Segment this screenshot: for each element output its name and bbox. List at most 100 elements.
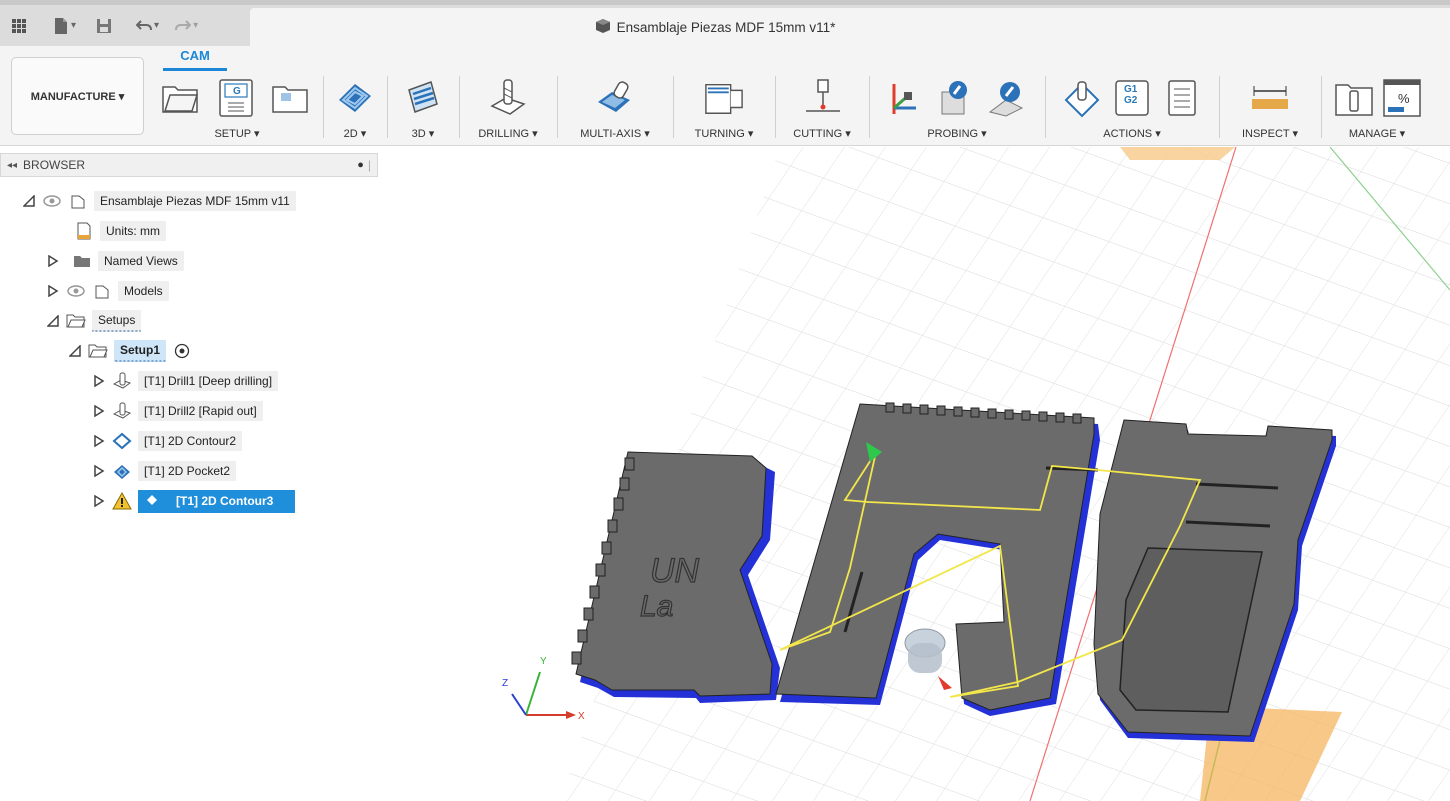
component-icon [68, 191, 88, 211]
browser-header[interactable]: ◂◂ BROWSER ● | [0, 153, 378, 177]
expand-triangle-icon[interactable] [92, 494, 106, 508]
file-menu-icon[interactable]: ▾ [50, 14, 79, 38]
tree-item-operation[interactable]: [T1] Drill1 [Deep drilling] [92, 370, 279, 392]
tree-item-operation[interactable]: [T1] 2D Contour2 [92, 430, 243, 452]
setups-label: Setups [92, 310, 142, 332]
cutting-group-label[interactable]: CUTTING ▾ [776, 127, 868, 140]
stock-box-top [1120, 147, 1235, 160]
expand-triangle-icon[interactable] [92, 404, 106, 418]
triad-y [525, 671, 541, 716]
triad-x-arrow [566, 711, 576, 719]
tree-item-operation[interactable]: [T1] Drill2 [Rapid out] [92, 400, 263, 422]
triad-z [511, 693, 527, 716]
tree-item-models[interactable]: Models [46, 280, 169, 302]
task-manager-icon[interactable]: % [1382, 78, 1422, 118]
setup-group: G SETUP ▾ [152, 46, 322, 146]
2d-milling-icon[interactable] [335, 78, 375, 118]
visibility-eye-icon[interactable] [66, 281, 86, 301]
operation-label: [T1] 2D Contour3 [176, 494, 274, 508]
tree-item-operation-selected[interactable]: [T1] 2D Contour3 [92, 489, 296, 513]
expand-triangle-icon[interactable] [46, 254, 60, 268]
simulate-icon[interactable] [1062, 78, 1102, 118]
tree-item-named-views[interactable]: Named Views [46, 250, 184, 272]
template-folder-icon[interactable] [270, 78, 310, 118]
manage-group-label[interactable]: MANAGE ▾ [1322, 127, 1432, 140]
component-icon [595, 18, 611, 37]
save-icon[interactable] [93, 14, 115, 38]
app-grid-icon[interactable] [8, 14, 30, 38]
setup-folder-icon [66, 311, 86, 331]
operation-label: [T1] Drill2 [Rapid out] [138, 401, 263, 421]
inspect-group-label[interactable]: INSPECT ▾ [1220, 127, 1320, 140]
expand-triangle-icon[interactable] [46, 284, 60, 298]
document-tab[interactable]: Ensamblaje Piezas MDF 15mm v11* [250, 8, 1450, 46]
3d-milling-icon[interactable] [403, 78, 443, 118]
expand-triangle-icon[interactable] [92, 374, 106, 388]
expand-triangle-icon[interactable] [92, 464, 106, 478]
tool-body [908, 643, 942, 673]
tree-item-operation[interactable]: [T1] 2D Pocket2 [92, 460, 237, 482]
active-setup-radio-icon[interactable] [172, 341, 192, 361]
drill-operation-icon [112, 401, 132, 421]
post-process-icon[interactable]: G1 G2 [1112, 78, 1152, 118]
tree-item-setups[interactable]: Setups [46, 310, 142, 332]
probing-group-label[interactable]: PROBING ▾ [870, 127, 1044, 140]
document-title-text: Ensamblaje Piezas MDF 15mm v11* [616, 19, 836, 35]
logo-text-la: La [640, 590, 673, 623]
browser-options-icon[interactable]: ● [357, 159, 364, 171]
setup-group-label[interactable]: SETUP ▾ [152, 127, 322, 140]
tree-root-label: Ensamblaje Piezas MDF 15mm v11 [94, 191, 296, 211]
new-setup-icon[interactable] [160, 78, 200, 118]
multi-axis-group-label[interactable]: MULTI-AXIS ▾ [558, 127, 672, 140]
selected-operation-row[interactable]: [T1] 2D Contour3 [138, 489, 296, 513]
multi-axis-group: MULTI-AXIS ▾ [558, 46, 672, 146]
redo-icon[interactable]: ▾ [172, 14, 201, 38]
percent-label: % [1398, 91, 1410, 106]
setup1-label: Setup1 [114, 340, 167, 362]
collapse-triangle-icon[interactable] [68, 344, 82, 358]
collapse-triangle-icon[interactable] [22, 194, 36, 208]
setup-sheet-icon[interactable] [1162, 78, 1202, 118]
2d-group-label[interactable]: 2D ▾ [324, 127, 386, 140]
logo-text-un: UN [650, 552, 700, 590]
3d-viewport[interactable]: UN La X Y Z [378, 147, 1450, 801]
triad-z-label: Z [502, 678, 508, 689]
component-icon [92, 281, 112, 301]
tool-library-icon[interactable] [1334, 78, 1374, 118]
pin-icon[interactable]: | [368, 158, 371, 172]
units-label: Units: mm [100, 221, 166, 241]
turning-icon[interactable] [704, 78, 744, 118]
document-title: Ensamblaje Piezas MDF 15mm v11* [250, 8, 1450, 46]
turning-group: TURNING ▾ [674, 46, 774, 146]
tree-root[interactable]: Ensamblaje Piezas MDF 15mm v11 [22, 190, 296, 212]
quick-access-toolbar: ▾ ▾ ▾ [0, 5, 250, 46]
warning-icon [112, 491, 132, 511]
turning-group-label[interactable]: TURNING ▾ [674, 127, 774, 140]
manage-group: % MANAGE ▾ [1322, 46, 1432, 146]
3d-group-label[interactable]: 3D ▾ [388, 127, 458, 140]
tree-item-setup1[interactable]: Setup1 [68, 340, 192, 362]
tree-item-units[interactable]: Units: mm [74, 220, 166, 242]
wcs-probe-icon[interactable] [882, 78, 922, 118]
drilling-group-label[interactable]: DRILLING ▾ [460, 127, 556, 140]
collapse-triangle-icon[interactable] [46, 314, 60, 328]
actions-group-label[interactable]: ACTIONS ▾ [1046, 127, 1218, 140]
geometry-probe-icon[interactable] [934, 78, 974, 118]
operation-label: [T1] 2D Contour2 [138, 431, 243, 451]
expand-triangle-icon[interactable] [92, 434, 106, 448]
nc-program-icon[interactable]: G [216, 78, 256, 118]
measure-icon[interactable] [1250, 78, 1290, 118]
surface-probe-icon[interactable] [986, 78, 1026, 118]
multi-axis-icon[interactable] [594, 78, 634, 118]
triad-y-label: Y [540, 656, 547, 667]
undo-icon[interactable]: ▾ [133, 14, 162, 38]
collapse-browser-icon[interactable]: ◂◂ [7, 160, 17, 171]
named-views-label: Named Views [98, 251, 184, 271]
workspace-switcher-button[interactable]: MANUFACTURE ▾ [11, 57, 144, 135]
3d-group: 3D ▾ [388, 46, 458, 146]
triad-x-label: X [578, 711, 585, 722]
drill-icon[interactable] [488, 78, 528, 118]
drilling-group: DRILLING ▾ [460, 46, 556, 146]
cutting-icon[interactable] [802, 78, 842, 118]
visibility-eye-icon[interactable] [42, 191, 62, 211]
